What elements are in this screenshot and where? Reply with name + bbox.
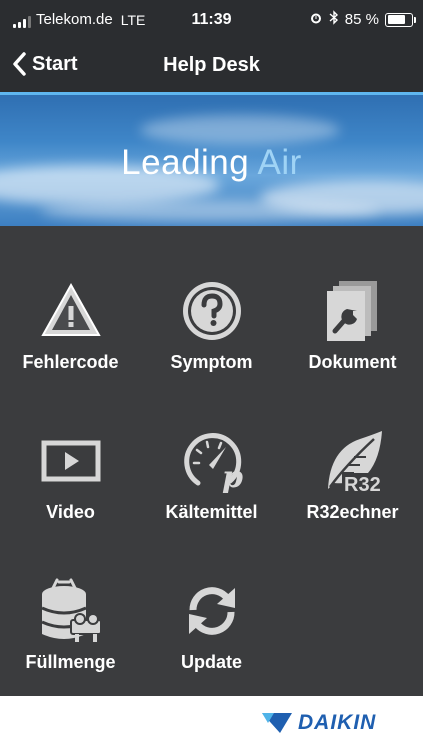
menu-item-fehlercode[interactable]: Fehlercode (0, 226, 141, 376)
menu-item-r32echner[interactable]: R32 R32echner (282, 376, 423, 526)
refresh-icon (177, 576, 247, 646)
status-bar: Telekom.de LTE 11:39 85 % (0, 0, 423, 40)
back-label: Start (32, 52, 78, 75)
svg-text:R32: R32 (344, 474, 381, 493)
chevron-left-icon (13, 52, 26, 76)
footer: DAIKIN (0, 696, 423, 738)
leading-air-banner: Leading Air (0, 92, 423, 229)
status-right: 85 % (309, 10, 416, 29)
navigation-bar: Start Help Desk (0, 40, 423, 92)
menu-item-video[interactable]: Video (0, 376, 141, 526)
help-desk-menu: Fehlercode Symptom Dokument Video p Kält… (0, 226, 423, 696)
banner-title-air: Air (257, 143, 302, 182)
alarm-clock-icon (309, 11, 323, 29)
pressure-gauge-icon: p (177, 426, 247, 496)
menu-item-label: Video (46, 502, 95, 522)
menu-item-dokument[interactable]: Dokument (282, 226, 423, 376)
menu-item-label: Symptom (170, 352, 253, 372)
menu-item-label: Kältemittel (165, 502, 258, 522)
menu-item-label: Fehlercode (22, 352, 119, 372)
document-wrench-icon (318, 276, 388, 346)
battery-icon (385, 12, 416, 27)
warning-triangle-icon (36, 276, 106, 346)
r32-leaf-icon: R32 (318, 426, 388, 496)
svg-text:p: p (222, 460, 243, 493)
menu-item-update[interactable]: Update (141, 526, 282, 676)
menu-item-fuellmenge[interactable]: Füllmenge (0, 526, 141, 676)
refrigerant-cylinder-icon (36, 576, 106, 646)
daikin-logo: DAIKIN (262, 711, 376, 735)
daikin-logo-text: DAIKIN (298, 711, 377, 734)
video-play-icon (36, 426, 106, 496)
menu-item-kaeltemittel[interactable]: p Kältemittel (141, 376, 282, 526)
banner-title-leading: Leading (121, 143, 250, 182)
back-button[interactable]: Start (12, 52, 78, 76)
menu-item-symptom[interactable]: Symptom (141, 226, 282, 376)
menu-item-label: Update (180, 652, 242, 672)
banner-title: Leading Air (0, 143, 423, 183)
daikin-logo-mark-icon (262, 713, 292, 733)
menu-item-label: R32echner (306, 502, 399, 522)
menu-item-label: Dokument (308, 352, 397, 372)
battery-percent: 85 % (344, 11, 379, 28)
menu-item-label: Füllmenge (25, 652, 116, 672)
question-circle-icon (177, 276, 247, 346)
bluetooth-icon (329, 10, 339, 29)
